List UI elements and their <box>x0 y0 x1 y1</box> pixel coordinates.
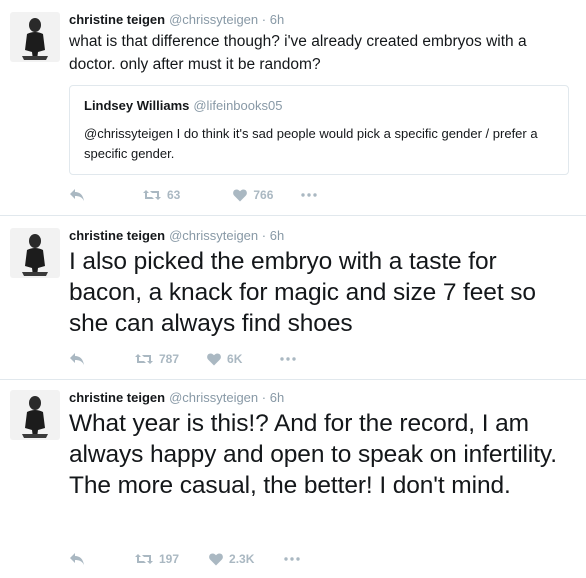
retweet-button[interactable]: 787 <box>135 352 179 366</box>
more-button[interactable] <box>280 357 297 361</box>
avatar[interactable] <box>10 228 60 278</box>
retweet-button[interactable]: 63 <box>143 188 180 202</box>
more-icon <box>284 557 301 561</box>
tweet-header: christine teigen @chrissyteigen · 6h <box>69 12 284 28</box>
heart-icon <box>207 352 221 365</box>
retweet-icon <box>143 190 161 200</box>
quoted-tweet[interactable]: Lindsey Williams @lifeinbooks05 @chrissyt… <box>69 85 569 175</box>
tweet-header: christine teigen @chrissyteigen · 6h <box>69 228 284 244</box>
tweet-actions: 197 2.3K <box>69 550 301 568</box>
timestamp[interactable]: 6h <box>270 390 284 405</box>
retweet-icon <box>135 354 153 364</box>
tweet-2: christine teigen @chrissyteigen · 6h I al… <box>0 216 586 380</box>
author-name[interactable]: christine teigen <box>69 390 165 405</box>
like-button[interactable]: 766 <box>233 188 273 202</box>
author-handle[interactable]: @chrissyteigen <box>169 228 258 243</box>
heart-icon <box>209 552 223 565</box>
tweet-header: christine teigen @chrissyteigen · 6h <box>69 390 284 406</box>
author-handle[interactable]: @chrissyteigen <box>169 12 258 27</box>
timestamp[interactable]: 6h <box>270 12 284 27</box>
more-button[interactable] <box>301 193 318 197</box>
reply-icon <box>70 189 84 201</box>
retweet-button[interactable]: 197 <box>135 552 179 566</box>
tweet-1: christine teigen @chrissyteigen · 6h what… <box>0 0 586 216</box>
tweet-text: What year is this!? And for the record, … <box>69 410 557 499</box>
tweet-text: what is that difference though? i've alr… <box>69 33 527 73</box>
quoted-tweet-text: @chrissyteigen I do think it's sad peopl… <box>84 126 538 161</box>
retweet-count: 787 <box>159 352 180 366</box>
reply-button[interactable] <box>69 552 85 566</box>
heart-icon <box>233 188 248 201</box>
separator: · <box>261 12 267 27</box>
more-icon <box>301 193 318 197</box>
retweet-count: 197 <box>159 552 180 566</box>
avatar[interactable] <box>10 12 60 62</box>
quoted-tweet-header: Lindsey Williams @lifeinbooks05 <box>84 98 554 114</box>
retweet-icon <box>135 554 153 564</box>
retweet-count: 63 <box>167 188 181 202</box>
tweet-actions: 63 766 <box>69 186 318 204</box>
timestamp[interactable]: 6h <box>270 228 284 243</box>
reply-icon <box>70 553 84 565</box>
more-button[interactable] <box>284 557 301 561</box>
like-count: 766 <box>253 188 274 202</box>
tweet-3: christine teigen @chrissyteigen · 6h What… <box>0 380 586 578</box>
tweet-text: I also picked the embryo with a taste fo… <box>69 248 536 337</box>
quoted-author-name: Lindsey Williams <box>84 98 190 113</box>
quoted-author-handle: @lifeinbooks05 <box>193 98 283 113</box>
reply-button[interactable] <box>69 188 85 202</box>
tweet-actions: 787 6K <box>69 350 297 368</box>
like-count: 2.3K <box>229 552 255 566</box>
avatar[interactable] <box>10 390 60 440</box>
reply-icon <box>70 353 84 365</box>
author-name[interactable]: christine teigen <box>69 228 165 243</box>
more-icon <box>280 357 297 361</box>
like-count: 6K <box>227 352 243 366</box>
like-button[interactable]: 6K <box>207 352 242 366</box>
author-handle[interactable]: @chrissyteigen <box>169 390 258 405</box>
separator: · <box>261 228 267 243</box>
like-button[interactable]: 2.3K <box>209 552 254 566</box>
author-name[interactable]: christine teigen <box>69 12 165 27</box>
reply-button[interactable] <box>69 352 85 366</box>
separator: · <box>261 390 267 405</box>
